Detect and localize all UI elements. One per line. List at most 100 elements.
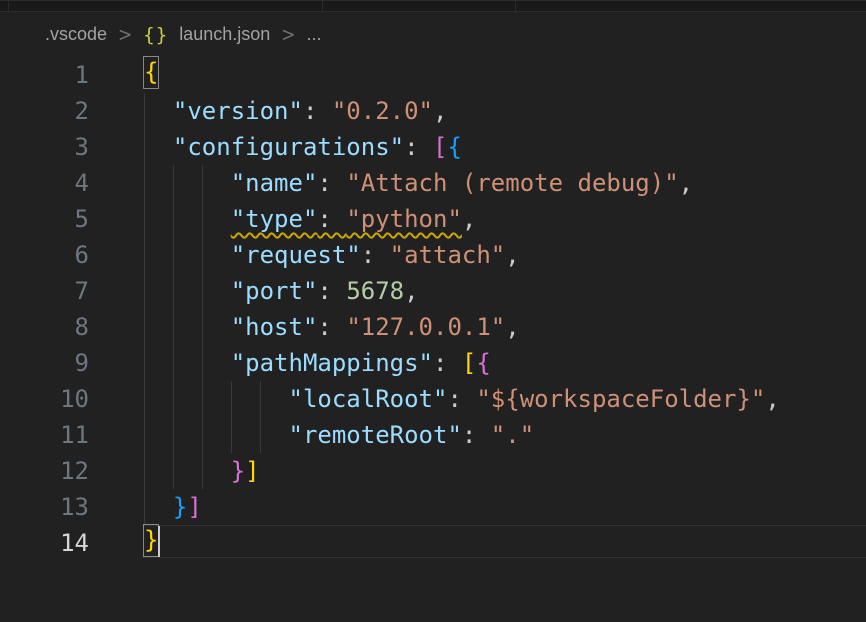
code-token: ,: [505, 313, 519, 341]
warning-squiggle: "type": "python": [231, 205, 462, 233]
code-line[interactable]: 8 "host": "127.0.0.1",: [0, 309, 866, 345]
code-token: "version": [173, 97, 303, 125]
code-line[interactable]: 3 "configurations": [{: [0, 129, 866, 165]
code-token: ".": [491, 421, 534, 449]
code-token: :: [317, 313, 346, 341]
matched-bracket: {: [144, 57, 158, 88]
code-token: "attach": [390, 241, 506, 269]
code-token: ,: [462, 205, 476, 233]
code-token: "request": [231, 241, 361, 269]
code-line[interactable]: 7 "port": 5678,: [0, 273, 866, 309]
code-token: "127.0.0.1": [346, 313, 505, 341]
code-token: "Attach (remote debug)": [346, 169, 678, 197]
code-token: 5678: [346, 277, 404, 305]
code-token: ,: [404, 277, 418, 305]
code-line[interactable]: 2 "version": "0.2.0",: [0, 93, 866, 129]
code-line[interactable]: 6 "request": "attach",: [0, 237, 866, 273]
line-number[interactable]: 2: [0, 93, 89, 129]
code-line[interactable]: 13 }]: [0, 489, 866, 525]
code-token: :: [361, 241, 390, 269]
code-token: :: [317, 277, 346, 305]
code-token: "pathMappings": [231, 349, 433, 377]
code-token: ,: [433, 97, 447, 125]
code-token: "host": [231, 313, 318, 341]
code-token: ]: [245, 457, 259, 485]
code-text: "name": "Attach (remote debug)",: [144, 165, 693, 201]
line-number[interactable]: 1: [0, 57, 89, 93]
code-token: [: [433, 133, 447, 161]
code-text: {: [144, 57, 158, 93]
tab-separator: [8, 1, 9, 11]
code-line[interactable]: 5 "type": "python",: [0, 201, 866, 237]
line-number[interactable]: 3: [0, 129, 89, 165]
line-number[interactable]: 8: [0, 309, 89, 345]
code-line[interactable]: 12 }]: [0, 453, 866, 489]
chevron-right-icon: >: [118, 23, 132, 46]
code-text: "version": "0.2.0",: [144, 93, 447, 129]
code-line[interactable]: 4 "name": "Attach (remote debug)",: [0, 165, 866, 201]
code-text: "configurations": [{: [144, 129, 462, 165]
code-text: "request": "attach",: [144, 237, 520, 273]
code-text: }]: [144, 453, 260, 489]
breadcrumb-file[interactable]: launch.json: [179, 24, 270, 45]
code-token: "python": [346, 205, 462, 233]
current-line-highlight: [142, 525, 866, 558]
line-number[interactable]: 12: [0, 453, 89, 489]
code-token: "port": [231, 277, 318, 305]
code-line[interactable]: 9 "pathMappings": [{: [0, 345, 866, 381]
code-text: "remoteRoot": ".": [144, 417, 534, 453]
code-token: "localRoot": [289, 385, 448, 413]
code-line[interactable]: 1{: [0, 57, 866, 93]
line-number[interactable]: 7: [0, 273, 89, 309]
text-cursor: [158, 526, 160, 557]
code-token: ,: [679, 169, 693, 197]
code-token: ,: [765, 385, 779, 413]
code-text: "pathMappings": [{: [144, 345, 491, 381]
breadcrumb: .vscode > {} launch.json > ...: [0, 12, 866, 57]
code-token: [: [462, 349, 476, 377]
code-token: :: [447, 385, 476, 413]
code-token: "remoteRoot": [289, 421, 462, 449]
code-token: :: [433, 349, 462, 377]
code-token: :: [404, 133, 433, 161]
code-text: "port": 5678,: [144, 273, 419, 309]
code-token: "name": [231, 169, 318, 197]
code-token: :: [317, 205, 346, 233]
json-file-icon: {}: [143, 24, 168, 46]
matched-bracket: }: [144, 525, 158, 556]
code-token: :: [317, 169, 346, 197]
line-number[interactable]: 14: [0, 525, 89, 561]
code-token: "type": [231, 205, 318, 233]
line-number[interactable]: 6: [0, 237, 89, 273]
chevron-right-icon: >: [281, 23, 295, 46]
line-number[interactable]: 9: [0, 345, 89, 381]
code-text: }: [144, 525, 158, 561]
code-token: :: [462, 421, 491, 449]
breadcrumb-folder[interactable]: .vscode: [45, 24, 107, 45]
code-line[interactable]: 14}: [0, 525, 866, 561]
vscode-editor-window: .vscode > {} launch.json > ... 1{2 "vers…: [0, 0, 866, 622]
code-token: }: [173, 493, 187, 521]
code-text: "host": "127.0.0.1",: [144, 309, 520, 345]
tab-separator: [515, 1, 516, 11]
code-editor[interactable]: 1{2 "version": "0.2.0",3 "configurations…: [0, 57, 866, 561]
code-token: :: [303, 97, 332, 125]
code-line[interactable]: 11 "remoteRoot": ".": [0, 417, 866, 453]
line-number[interactable]: 11: [0, 417, 89, 453]
code-token: {: [447, 133, 461, 161]
code-line[interactable]: 10 "localRoot": "${workspaceFolder}",: [0, 381, 866, 417]
line-number[interactable]: 13: [0, 489, 89, 525]
line-number[interactable]: 5: [0, 201, 89, 237]
code-token: ]: [187, 493, 201, 521]
code-token: }: [231, 457, 245, 485]
line-number[interactable]: 10: [0, 381, 89, 417]
line-number[interactable]: 4: [0, 165, 89, 201]
breadcrumb-symbol[interactable]: ...: [307, 24, 322, 45]
code-token: {: [476, 349, 490, 377]
code-token: "0.2.0": [332, 97, 433, 125]
tab-separator: [322, 1, 323, 11]
code-text: }]: [144, 489, 202, 525]
code-token: "${workspaceFolder}": [476, 385, 765, 413]
code-text: "type": "python",: [144, 201, 476, 237]
code-token: "configurations": [173, 133, 404, 161]
